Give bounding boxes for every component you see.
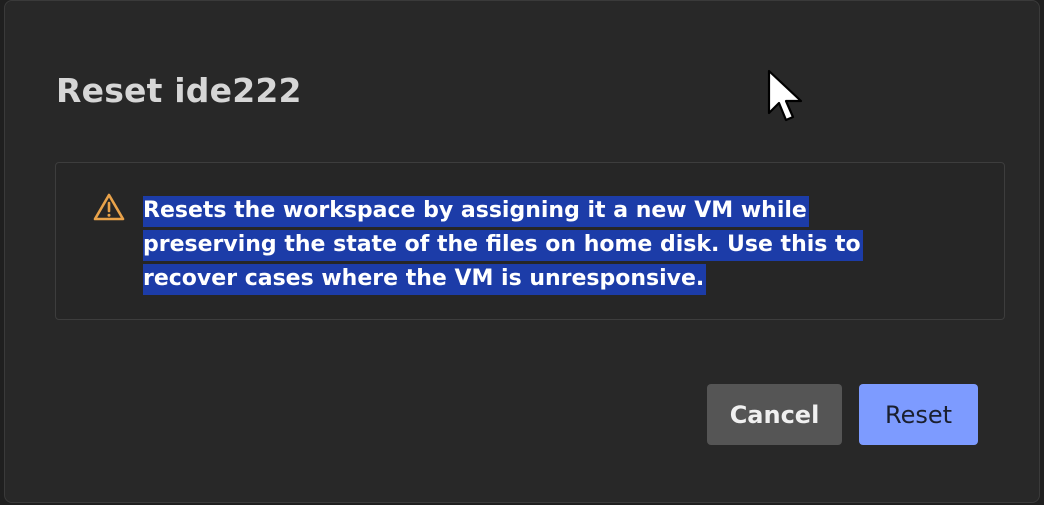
dialog-title: Reset ide222 <box>56 71 302 110</box>
reset-button[interactable]: Reset <box>859 384 978 445</box>
warning-triangle-icon <box>93 193 125 221</box>
reset-dialog: Reset ide222 Resets the workspace by ass… <box>4 0 1040 503</box>
warning-message: Resets the workspace by assigning it a n… <box>143 194 923 296</box>
cancel-button[interactable]: Cancel <box>707 384 842 445</box>
warning-callout: Resets the workspace by assigning it a n… <box>55 162 1005 320</box>
mouse-pointer-icon <box>767 69 803 122</box>
selected-warning-text: Resets the workspace by assigning it a n… <box>143 196 863 295</box>
